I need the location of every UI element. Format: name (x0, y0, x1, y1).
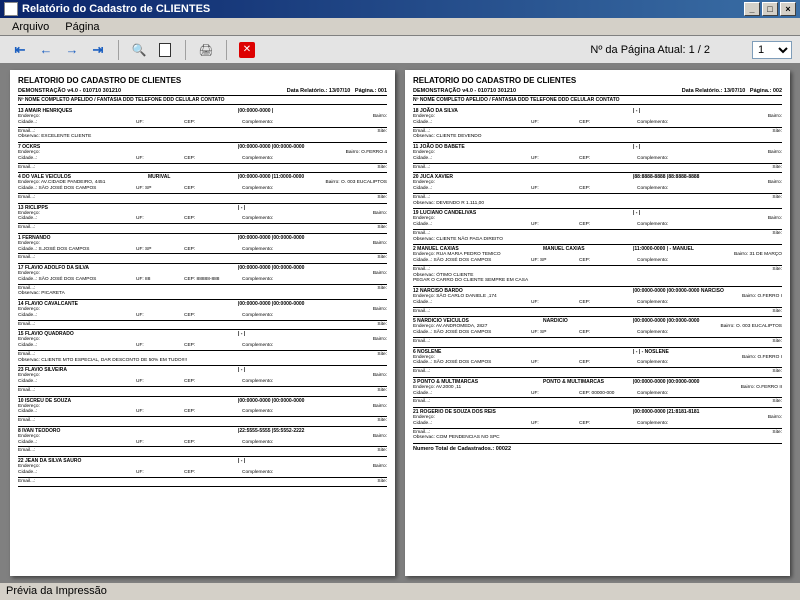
client-record: 13 RICLIPPS| - |Endereço: Bairro: Cidade… (18, 204, 387, 234)
print-button[interactable]: 🖨 (194, 39, 218, 61)
maximize-button[interactable]: □ (762, 2, 778, 16)
window-buttons: _ □ × (744, 2, 796, 16)
preview-area: RELATORIO DO CADASTRO DE CLIENTES DEMONST… (0, 64, 800, 582)
client-record: 20 JUCA XAVIER|88:8888-8888 |88:8888-888… (413, 173, 782, 209)
client-record: 18 JOÃO DA SILVA| - |Endereço: Bairro: C… (413, 107, 782, 143)
report-page-2: RELATORIO DO CADASTRO DE CLIENTES DEMONST… (405, 70, 790, 576)
report-columns: Nº NOME COMPLETO APELIDO / FANTASIA DDD … (413, 97, 782, 105)
next-page-button[interactable]: → (60, 39, 84, 61)
page-icon (159, 43, 171, 57)
magnifier-icon: 🔍 (132, 43, 147, 57)
client-record: 8 IVAN TEODORO|22:5555-5555 |55:5552-222… (18, 427, 387, 457)
page-counter-label: Nº da Página Atual: 1 / 2 (590, 44, 710, 56)
client-record: 22 JEAN DA SILVA SAURO| - |Endereço: Bai… (18, 457, 387, 487)
client-record: 12 NARCISO BARDO|00:0000-0000 |00:0000-0… (413, 287, 782, 317)
client-record: 14 FLAVIO CAVALCANTE|00:0000-0000 |00:00… (18, 300, 387, 330)
close-icon: ✕ (239, 42, 255, 58)
client-record: 11 JOÃO DO BABETE| - |Endereço: Bairro: … (413, 143, 782, 173)
titlebar: Relatório do Cadastro de CLIENTES _ □ × (0, 0, 800, 18)
report-total: Numero Total de Cadastrados.: 00022 (413, 446, 782, 453)
zoom-button[interactable]: 🔍 (127, 39, 151, 61)
client-record: 10 ISCREU DE SOUZA|00:0000-0000 |00:0000… (18, 397, 387, 427)
printer-icon: 🖨 (198, 43, 213, 57)
toolbar-separator (226, 40, 227, 60)
statusbar: Prévia da Impressão (0, 582, 800, 600)
toolbar: ⇤ ← → ⇥ 🔍 🖨 ✕ Nº da Página Atual: 1 / 2 … (0, 36, 800, 64)
menu-pagina[interactable]: Página (57, 20, 107, 34)
toolbar-separator (118, 40, 119, 60)
first-page-button[interactable]: ⇤ (8, 39, 32, 61)
menu-arquivo[interactable]: Arquivo (4, 20, 57, 34)
client-record: 5 NARDICIO VEICULOSNARDICIO|00:0000-0000… (413, 317, 782, 347)
report-title: RELATORIO DO CADASTRO DE CLIENTES (413, 76, 782, 86)
window-title: Relatório do Cadastro de CLIENTES (22, 3, 744, 15)
first-page-icon: ⇤ (15, 42, 26, 58)
last-page-button[interactable]: ⇥ (86, 39, 110, 61)
client-record: 4 DO VALE VEICULOSMURIVAL|00:0000-0000 |… (18, 173, 387, 203)
client-record: 6 NOSLENE| - | - NOSLENEEndereço: Bairro… (413, 348, 782, 378)
next-page-icon: → (66, 42, 79, 57)
report-page-1: RELATORIO DO CADASTRO DE CLIENTES DEMONST… (10, 70, 395, 576)
toolbar-separator (185, 40, 186, 60)
prev-page-icon: ← (40, 42, 53, 57)
status-text: Prévia da Impressão (6, 585, 107, 597)
report-columns: Nº NOME COMPLETO APELIDO / FANTASIA DDD … (18, 97, 387, 105)
report-company: DEMONSTRAÇÃO v4.0 - 010710 301210 (18, 88, 121, 95)
minimize-button[interactable]: _ (744, 2, 760, 16)
menubar: Arquivo Página (0, 18, 800, 36)
client-record: 3 PONTO & MULTIMARCASPONTO & MULTIMARCAS… (413, 378, 782, 408)
close-button[interactable]: × (780, 2, 796, 16)
client-record: 2 MANUEL CAXIASMANUEL CAXIAS|11:0000-000… (413, 245, 782, 287)
close-preview-button[interactable]: ✕ (235, 39, 259, 61)
client-record: 19 LUCIANO CANDELIVAS| - |Endereço: Bair… (413, 209, 782, 245)
client-record: 23 FLAVIO SILVEIRA| - |Endereço: Bairro:… (18, 366, 387, 396)
client-record: 17 FLAVIO ADOLFO DA SILVA|00:0000-0000 |… (18, 264, 387, 300)
report-title: RELATORIO DO CADASTRO DE CLIENTES (18, 76, 387, 86)
single-page-button[interactable] (153, 39, 177, 61)
prev-page-button[interactable]: ← (34, 39, 58, 61)
app-icon (4, 2, 18, 16)
client-record: 21 ROGERIO DE SOUZA DOS REIS|00:0000-000… (413, 408, 782, 444)
client-record: 13 AMAIR HENRIQUES|00:0000-0000 |Endereç… (18, 107, 387, 143)
client-record: 1 FERNANDO|00:0000-0000 |00:0000-0000End… (18, 234, 387, 264)
client-record: 15 FLAVIO QUADRADO| - |Endereço: Bairro:… (18, 330, 387, 366)
client-record: 7 OCKRS|00:0000-0000 |00:0000-0000Endere… (18, 143, 387, 173)
last-page-icon: ⇥ (93, 42, 104, 58)
report-date: Data Relatório.: 13/07/10 Página.: 002 (682, 88, 782, 95)
report-date: Data Relatório.: 13/07/10 Página.: 001 (287, 88, 387, 95)
page-select[interactable]: 1 (752, 41, 792, 59)
report-company: DEMONSTRAÇÃO v4.0 - 010710 301210 (413, 88, 516, 95)
